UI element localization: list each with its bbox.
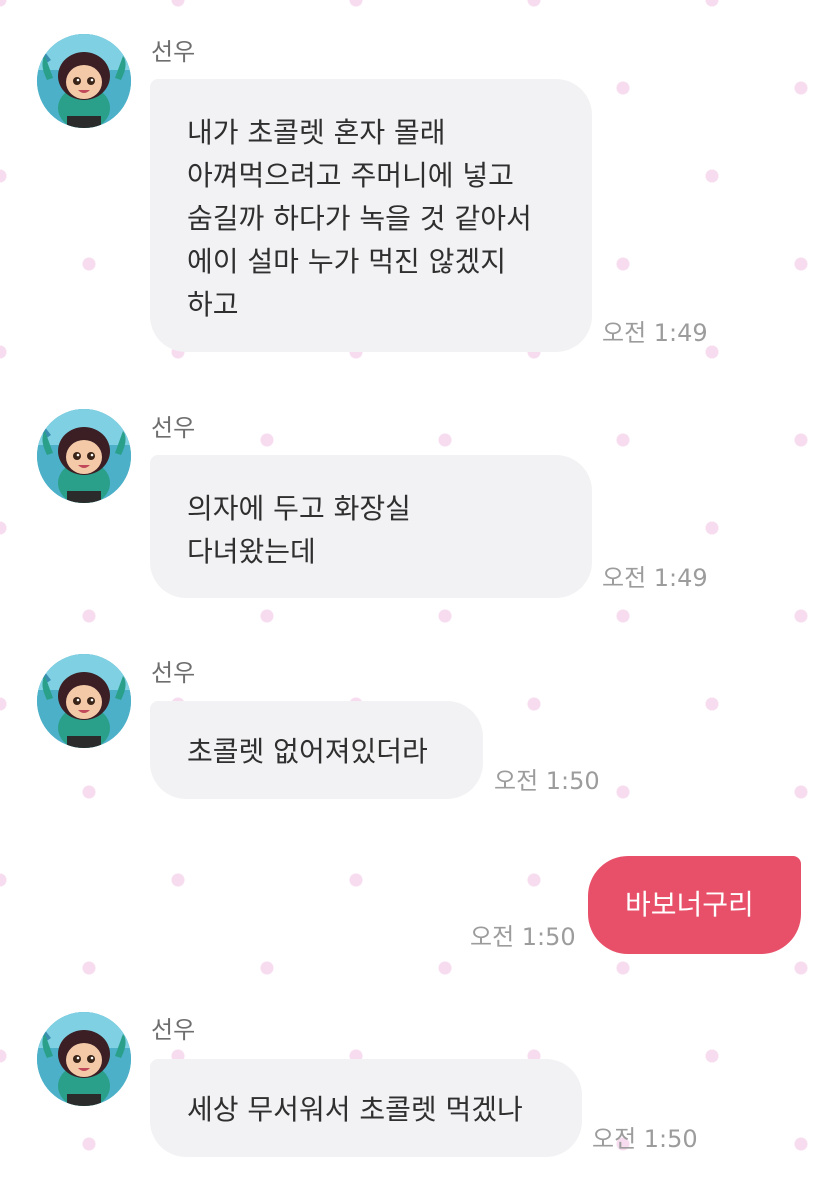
message-bubble-outgoing[interactable]: 바보너구리 [588, 856, 801, 954]
message-bubble[interactable]: 내가 초콜렛 혼자 몰래 아껴먹으려고 주머니에 넣고 숨길까 하다가 녹을 것… [150, 79, 592, 352]
sender-name: 선우 [151, 659, 196, 687]
message-timestamp: 오전 1:50 [592, 1125, 698, 1153]
message-timestamp: 오전 1:50 [494, 767, 600, 795]
message-bubble[interactable]: 세상 무서워서 초콜렛 먹겠나 [150, 1059, 582, 1157]
message-timestamp: 오전 1:50 [470, 923, 576, 951]
sender-name: 선우 [151, 1016, 196, 1044]
message-bubble[interactable]: 초콜렛 없어져있더라 [150, 701, 483, 799]
message-bubble[interactable]: 의자에 두고 화장실 다녀왔는데 [150, 455, 592, 598]
sender-avatar[interactable] [37, 34, 131, 128]
sender-avatar[interactable] [37, 654, 131, 748]
message-timestamp: 오전 1:49 [602, 564, 708, 592]
sender-avatar[interactable] [37, 1012, 131, 1106]
sender-avatar[interactable] [37, 409, 131, 503]
sender-name: 선우 [151, 414, 196, 442]
sender-name: 선우 [151, 38, 196, 66]
message-timestamp: 오전 1:49 [602, 319, 708, 347]
